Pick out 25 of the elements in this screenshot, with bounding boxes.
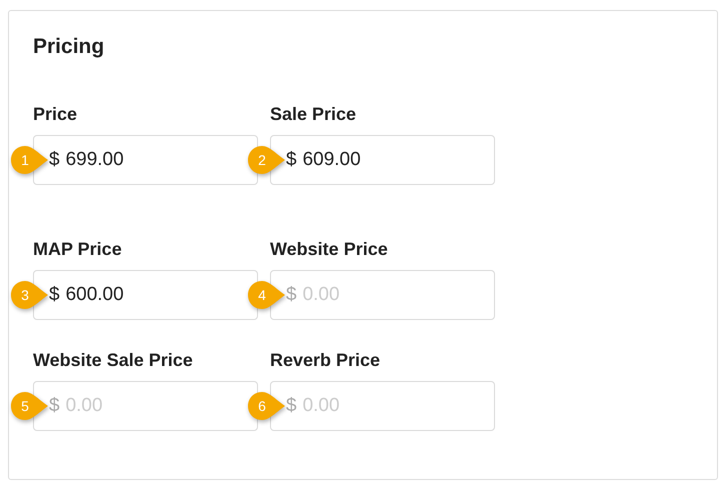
amount-input[interactable]: 699.00 (66, 149, 216, 171)
field-label: MAP Price (33, 239, 123, 260)
currency-symbol: $ (286, 395, 297, 417)
amount-input[interactable]: 609.00 (302, 149, 453, 171)
callout-tooltip: 4 (247, 280, 287, 310)
callout-tooltip: 6 (247, 391, 287, 421)
currency-symbol: $ (286, 149, 297, 171)
field-label: Website Sale Price (33, 350, 194, 371)
field-label: Website Price (270, 239, 389, 260)
section-title: Pricing (33, 35, 106, 59)
callout-tooltip: 5 (10, 391, 50, 421)
field-label: Reverb Price (270, 350, 382, 371)
price-field[interactable]: $ 600.00 (33, 270, 258, 320)
amount-input[interactable]: 600.00 (66, 284, 216, 306)
callout-tooltip: 2 (247, 145, 287, 175)
callout-tooltip: 1 (10, 145, 50, 175)
price-field[interactable]: $ 699.00 (33, 135, 258, 185)
field-label: Price (33, 104, 78, 125)
currency-symbol: $ (49, 395, 60, 417)
price-field[interactable]: $ 609.00 (270, 135, 495, 185)
currency-symbol: $ (49, 284, 60, 306)
callout-tooltip: 3 (10, 280, 50, 310)
currency-symbol: $ (49, 149, 60, 171)
currency-symbol: $ (286, 284, 297, 306)
field-label: Sale Price (270, 104, 358, 125)
